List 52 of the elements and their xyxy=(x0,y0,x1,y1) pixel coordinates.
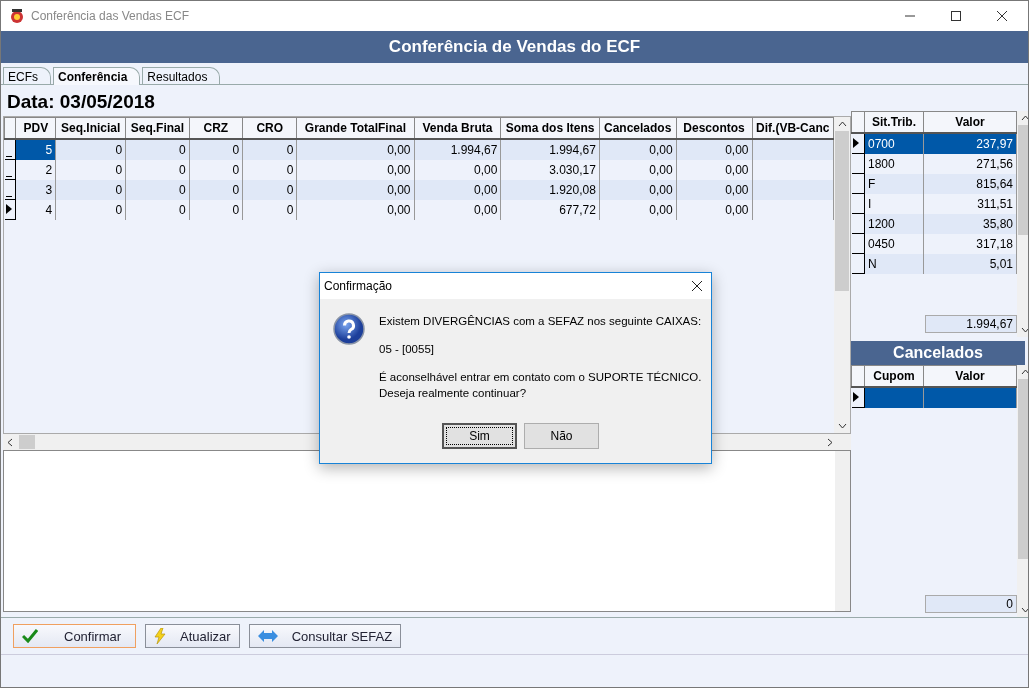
total-field: 0 xyxy=(925,595,1017,613)
table-cell: 0,00 xyxy=(414,199,501,220)
table-cell: 0 xyxy=(189,199,243,220)
table-cell: 1800 xyxy=(864,153,924,174)
table-cell: 0,00 xyxy=(676,159,753,180)
table-cell: 0,00 xyxy=(599,199,677,220)
table-cell: 0 xyxy=(125,179,190,200)
table-cell: 0 xyxy=(55,179,126,200)
dialog-message: 05 - [0055] xyxy=(379,342,435,357)
section-title: Cancelados xyxy=(893,344,983,362)
table-cell: I xyxy=(864,193,924,214)
table-cell: 0 xyxy=(55,199,126,220)
table-cell: 0,00 xyxy=(414,179,501,200)
table-cell: 0450 xyxy=(864,233,924,254)
table-cell: 311,51 xyxy=(923,193,1017,214)
table-cell: 0 xyxy=(125,159,190,180)
table-cell: 5,01 xyxy=(923,253,1017,274)
header-title: Conferência de Vendas do ECF xyxy=(388,37,641,57)
table-cell: N xyxy=(864,253,924,274)
table-cell: 317,18 xyxy=(923,233,1017,254)
table-cell: 0 xyxy=(125,199,190,220)
table-cell: 0,00 xyxy=(676,179,753,200)
table-cell: 3.030,17 xyxy=(500,159,600,180)
table-cell: 0 xyxy=(189,179,243,200)
table-cell: 0 xyxy=(242,199,297,220)
table-cell: 0,00 xyxy=(599,179,677,200)
total-field: 1.994,67 xyxy=(925,315,1017,333)
table-cell: 3 xyxy=(15,179,56,200)
table-cell: 0,00 xyxy=(296,159,415,180)
table-cell: 0,00 xyxy=(599,159,677,180)
table-cell: 1200 xyxy=(864,213,924,234)
date-label: Data: 03/05/2018 xyxy=(6,90,156,114)
table-cell: 2 xyxy=(15,159,56,180)
table-cell: 677,72 xyxy=(500,199,600,220)
table-cell: 0,00 xyxy=(296,199,415,220)
table-cell: 0 xyxy=(189,159,243,180)
table-cell: F xyxy=(864,173,924,194)
table-cell: 0 xyxy=(242,159,297,180)
table-cell: 0,00 xyxy=(414,159,501,180)
table-cell: 271,56 xyxy=(923,153,1017,174)
window-title: Conferência das Vendas ECF xyxy=(31,9,190,23)
dialog-message: É aconselhável entrar em contato com o SUPORTE TÉCNICO. Deseja realmente continuar? xyxy=(379,370,702,401)
table-cell: 0 xyxy=(242,179,297,200)
table-cell: 0,00 xyxy=(676,199,753,220)
dialog-message: Existem DIVERGÊNCIAS com a SEFAZ nos seguinte CAIXAS: xyxy=(379,314,702,329)
table-cell: 4 xyxy=(15,199,56,220)
table-cell: 815,64 xyxy=(923,173,1017,194)
table-cell: 0,00 xyxy=(296,179,415,200)
table-cell: 35,80 xyxy=(923,213,1017,234)
table-cell: 0 xyxy=(55,159,126,180)
dialog-title: Confirmação xyxy=(324,279,393,293)
table-cell: 1.920,08 xyxy=(500,179,600,200)
